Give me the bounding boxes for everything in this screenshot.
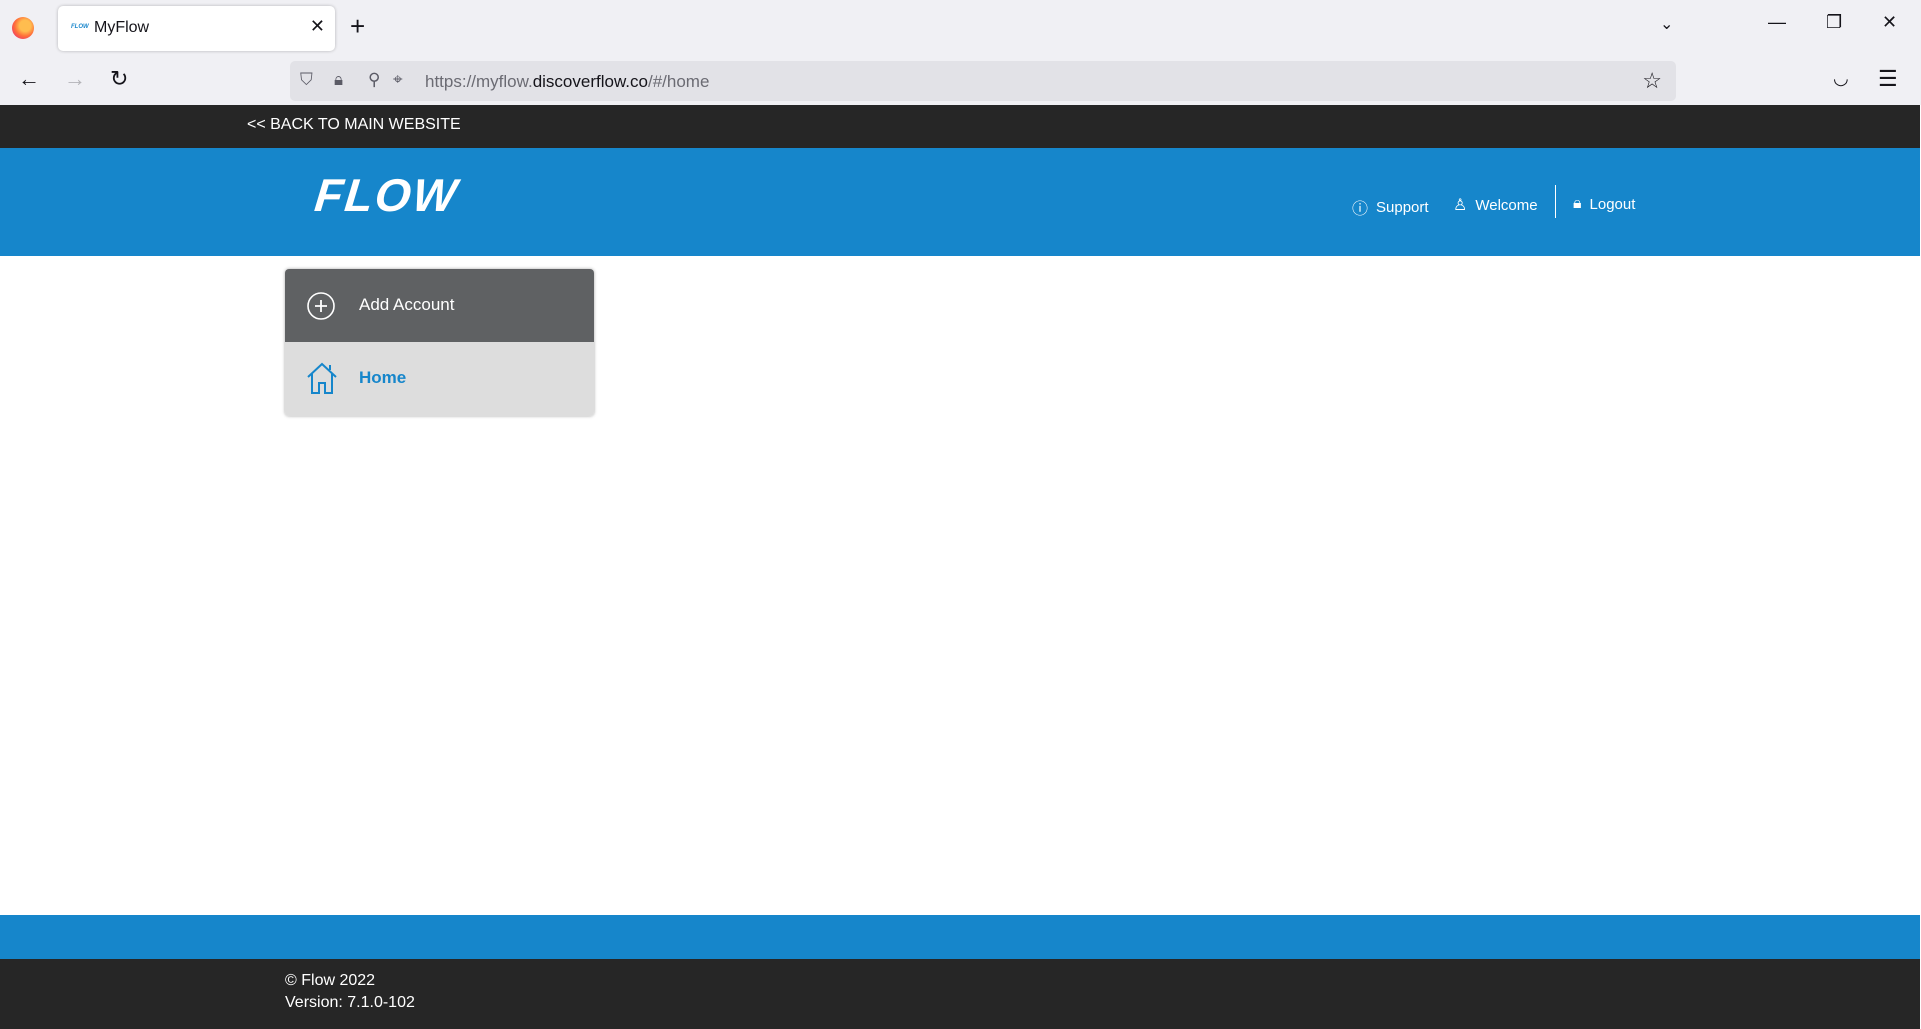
footer-blue-strip: [0, 915, 1920, 959]
url-suffix: /#/home: [647, 72, 710, 91]
menu-item-home[interactable]: Home: [285, 342, 594, 416]
forward-icon[interactable]: →: [64, 66, 86, 92]
pocket-icon[interactable]: ◡: [1833, 68, 1849, 89]
plus-circle-icon: [307, 292, 335, 320]
support-label: Support: [1376, 198, 1429, 216]
location-icon[interactable]: ⌖: [393, 70, 403, 90]
top-bar: << BACK TO MAIN WEBSITE: [0, 105, 1920, 148]
back-to-main-website-link[interactable]: << BACK TO MAIN WEBSITE: [247, 116, 461, 134]
url-domain: discoverflow.co: [532, 72, 648, 91]
logout-link[interactable]: 🔒︎ Logout: [1573, 195, 1635, 213]
menu-icon[interactable]: ☰: [1878, 66, 1898, 92]
list-all-tabs-icon[interactable]: ⌄: [1660, 14, 1673, 34]
lock-icon[interactable]: 🔒︎: [334, 70, 343, 90]
back-icon[interactable]: ←: [18, 66, 40, 92]
flow-logo[interactable]: FLOW: [312, 168, 461, 222]
support-link[interactable]: ⓘ Support: [1352, 195, 1429, 219]
restore-icon[interactable]: ❐: [1826, 12, 1842, 33]
version-text: Version: 7.1.0-102: [285, 994, 415, 1011]
user-icon: ♙: [1453, 197, 1468, 214]
url-bar[interactable]: ⛉ 🔒︎ ⚲ ⌖ https://myflow.discoverflow.co/…: [290, 61, 1676, 101]
url-text[interactable]: https://myflow.discoverflow.co/#/home: [425, 72, 709, 92]
bookmark-star-icon[interactable]: ☆: [1642, 68, 1662, 94]
new-tab-button[interactable]: +: [350, 11, 365, 42]
lock-icon: 🔒︎: [1573, 195, 1582, 212]
permissions-icon[interactable]: ⚲: [368, 70, 380, 90]
tab-myflow[interactable]: FLOW MyFlow ✕: [58, 6, 335, 51]
question-circle-icon: ⓘ: [1352, 201, 1369, 218]
shield-icon[interactable]: ⛉: [300, 70, 313, 90]
menu-item-add-account[interactable]: Add Account: [285, 269, 594, 342]
copyright-text: © Flow 2022: [285, 972, 376, 989]
welcome-label: Welcome: [1475, 196, 1538, 214]
flow-site: << BACK TO MAIN WEBSITE FLOW ⓘ Support ♙…: [0, 105, 1920, 1029]
navigation-bar: ← → ↻ ⛉ 🔒︎ ⚲ ⌖ https://myflow.discoverfl…: [0, 56, 1921, 105]
nav-divider: [1555, 185, 1556, 218]
reload-icon[interactable]: ↻: [110, 66, 128, 92]
logout-label: Logout: [1589, 195, 1636, 213]
firefox-icon[interactable]: [12, 17, 34, 39]
flow-favicon-icon: FLOW: [71, 24, 89, 30]
close-window-icon[interactable]: ✕: [1882, 12, 1897, 33]
tab-strip: FLOW MyFlow ✕ + ⌄ — ❐ ✕: [0, 0, 1921, 54]
close-tab-icon[interactable]: ✕: [310, 16, 325, 37]
site-header: FLOW ⓘ Support ♙ Welcome 🔒︎ Logout: [0, 148, 1920, 256]
browser-chrome: FLOW MyFlow ✕ + ⌄ — ❐ ✕ ← → ↻ ⛉ 🔒︎ ⚲ ⌖ h…: [0, 0, 1921, 105]
welcome-link[interactable]: ♙ Welcome: [1453, 195, 1538, 215]
add-account-label: Add Account: [359, 295, 455, 314]
side-menu: Add Account Home: [285, 269, 594, 416]
home-label: Home: [359, 368, 407, 387]
tab-title: MyFlow: [94, 19, 150, 36]
site-footer: © Flow 2022 Version: 7.1.0-102: [0, 959, 1920, 1029]
minimize-icon[interactable]: —: [1768, 12, 1786, 33]
url-prefix: https://myflow.: [425, 72, 533, 91]
home-icon: [307, 362, 337, 394]
